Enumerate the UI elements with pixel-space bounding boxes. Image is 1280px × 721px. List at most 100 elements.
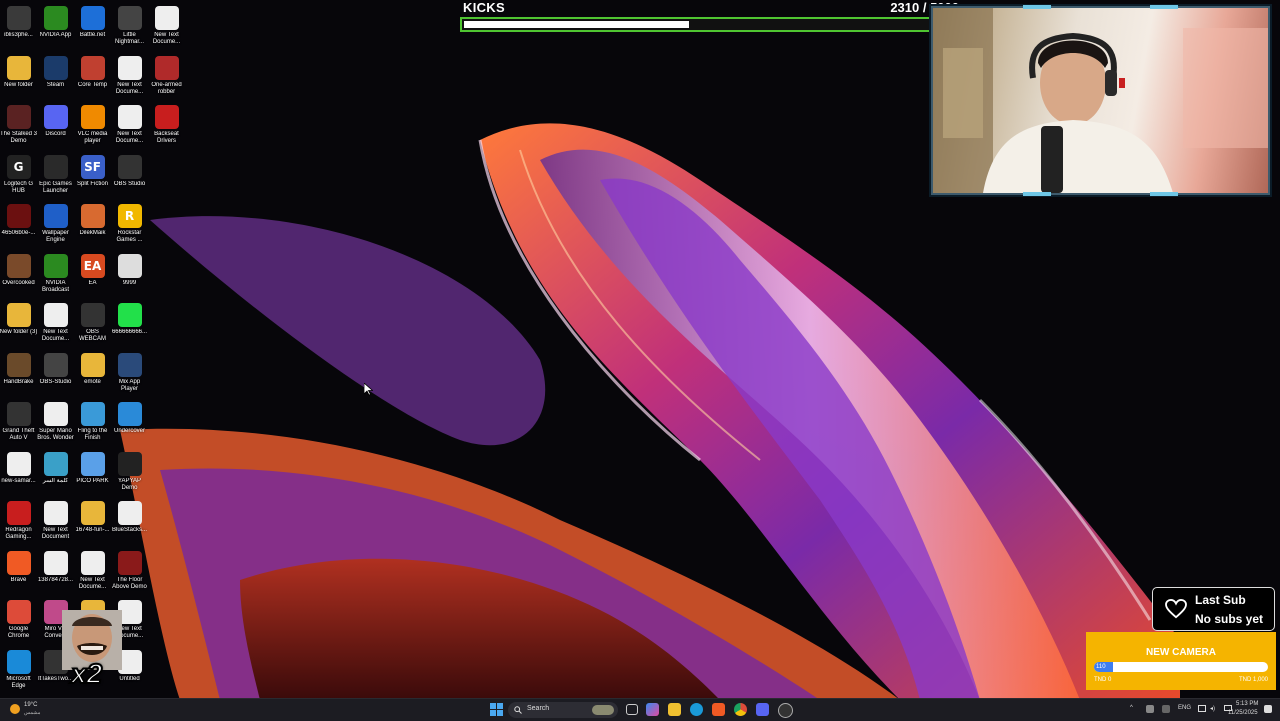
- desktop-icon[interactable]: New Text Document: [37, 499, 74, 547]
- desktop-icon[interactable]: The Stalked 3 Demo: [0, 103, 37, 151]
- desktop-icon[interactable]: Backseat Drivers: [148, 103, 185, 151]
- clock-date[interactable]: 11/25/2025: [1228, 710, 1258, 716]
- desktop-icon[interactable]: Core Temp: [74, 54, 111, 102]
- desktop-icon[interactable]: HandBrake: [0, 351, 37, 399]
- tray-app-icon[interactable]: [1146, 705, 1154, 713]
- desktop-icon-image: [43, 402, 68, 426]
- desktop-icon-image: [117, 550, 142, 575]
- desktop-icon[interactable]: New folder (3): [0, 301, 37, 349]
- discord-icon[interactable]: [756, 703, 769, 716]
- desktop-icon[interactable]: New Text Docume...: [148, 4, 185, 52]
- volume-icon[interactable]: ◂): [1210, 705, 1215, 712]
- desktop-icon[interactable]: NVIDIA Broadcast: [37, 252, 74, 300]
- tray-overflow-chevron-icon[interactable]: ^: [1130, 705, 1133, 711]
- desktop-icon[interactable]: OBS WEBCAM: [74, 301, 111, 349]
- language-indicator[interactable]: ENG: [1178, 705, 1191, 711]
- desktop-icon[interactable]: DilekMaik: [74, 202, 111, 250]
- desktop-icon[interactable]: New folder: [0, 54, 37, 102]
- desktop-icon-label: New folder: [4, 81, 33, 88]
- desktop-icon[interactable]: BlueStacks...: [111, 499, 148, 547]
- desktop-icon[interactable]: 666666666...: [111, 301, 148, 349]
- desktop-icon[interactable]: emote: [74, 351, 111, 399]
- task-view-icon[interactable]: [626, 704, 638, 715]
- desktop-icon-image: [6, 501, 31, 525]
- desktop-icon[interactable]: New Text Docume...: [111, 54, 148, 102]
- obs-icon[interactable]: [778, 703, 793, 718]
- desktop-icon[interactable]: G Logitech G HUB: [0, 153, 37, 201]
- desktop-icon[interactable]: Redragon Gaming...: [0, 499, 37, 547]
- desktop-icon[interactable]: 16748-fun-...: [74, 499, 111, 547]
- start-button[interactable]: [490, 703, 503, 716]
- desktop-icon[interactable]: VLC media player: [74, 103, 111, 151]
- desktop-icon[interactable]: New Text Docume...: [111, 103, 148, 151]
- copilot-icon[interactable]: [646, 703, 659, 716]
- desktop-icon[interactable]: EA EA: [74, 252, 111, 300]
- desktop-icon[interactable]: Brave: [0, 549, 37, 597]
- desktop-icon[interactable]: Mix App Player: [111, 351, 148, 399]
- desktop-icon-image: [80, 6, 105, 30]
- desktop-icon[interactable]: R Rockstar Games ...: [111, 202, 148, 250]
- chrome-icon[interactable]: [734, 703, 747, 716]
- desktop-icon[interactable]: OBS-Studio: [37, 351, 74, 399]
- desktop-icon-image: [43, 352, 68, 377]
- desktop-icon[interactable]: NVIDIA App: [37, 4, 74, 52]
- desktop-icon-image: [80, 402, 105, 426]
- desktop-icon-label: NVIDIA App: [39, 32, 72, 38]
- desktop-icon[interactable]: PICO PARK: [74, 450, 111, 498]
- desktop-icon-image: [43, 550, 68, 575]
- desktop-icon[interactable]: Super Mario Bros. Wonder: [37, 400, 74, 448]
- desktop-icon[interactable]: Fling to the Finish: [74, 400, 111, 448]
- file-explorer-icon[interactable]: [668, 703, 681, 716]
- network-icon[interactable]: [1198, 705, 1206, 712]
- desktop-icon[interactable]: Battle.net: [74, 4, 111, 52]
- desktop-icon[interactable]: Wallpaper Engine: [37, 202, 74, 250]
- desktop-icon[interactable]: new-samar...: [0, 450, 37, 498]
- desktop-icon[interactable]: Grand Theft Auto V: [0, 400, 37, 448]
- desktop-icon-label: New folder (3): [0, 329, 38, 335]
- desktop-icon-image: [43, 303, 68, 327]
- desktop-icon[interactable]: The Floor Above Demo: [111, 549, 148, 597]
- notification-icon[interactable]: [1264, 705, 1272, 713]
- weather-widget[interactable]: 19°C مشمس: [8, 701, 48, 719]
- desktop-icon[interactable]: Epic Games Launcher: [37, 153, 74, 201]
- edge-icon[interactable]: [690, 703, 703, 716]
- desktop-icon[interactable]: YAPYAP Demo: [111, 450, 148, 498]
- desktop-icon-label: YAPYAP Demo: [117, 477, 142, 491]
- heart-icon: [1165, 599, 1187, 619]
- brave-icon[interactable]: [712, 703, 725, 716]
- desktop-icon[interactable]: 138784728...: [37, 549, 74, 597]
- desktop-icon-image: [154, 105, 179, 129]
- desktop-icon[interactable]: New Text Docume...: [74, 549, 111, 597]
- desktop-icon[interactable]: SF Split Fiction: [74, 153, 111, 201]
- desktop-icon[interactable]: Overcooked: [0, 252, 37, 300]
- desktop-icon[interactable]: Google Chrome: [0, 598, 37, 646]
- desktop-icon[interactable]: New Text Docume...: [37, 301, 74, 349]
- desktop-icon[interactable]: Microsoft Edge: [0, 648, 37, 696]
- desktop-icon[interactable]: iblis3phe...: [0, 4, 37, 52]
- weather-condition: مشمس: [24, 710, 41, 716]
- desktop-icon-label: Google Chrome: [7, 626, 30, 639]
- desktop-icon[interactable]: 9999: [111, 252, 148, 300]
- tray-app-icon[interactable]: [1162, 705, 1170, 713]
- desktop-icon-label: Super Mario Bros. Wonder: [37, 428, 74, 441]
- desktop-icon-label: Discord: [45, 131, 66, 137]
- taskbar-search-box[interactable]: Search: [508, 702, 618, 718]
- desktop-icon[interactable]: 46506b0e-...: [0, 202, 37, 250]
- desktop-icon[interactable]: OBS Studio: [111, 153, 148, 201]
- clock-time[interactable]: 5:13 PM: [1236, 701, 1258, 707]
- desktop-icon[interactable]: One-armed robber: [148, 54, 185, 102]
- desktop-icon-label: New Text Document: [41, 527, 70, 540]
- desktop-icon[interactable]: Undercover: [111, 400, 148, 448]
- desktop-icon-label: Fling to the Finish: [77, 428, 108, 441]
- desktop-icon[interactable]: Discord: [37, 103, 74, 151]
- new-camera-goal-widget: NEW CAMERA 110 TND 0 TND 1,000: [1086, 632, 1276, 690]
- desktop-icon-image: [80, 303, 105, 327]
- desktop-icon-label: New Text Docume...: [78, 576, 107, 590]
- desktop-icon[interactable]: Little Nightmar...: [111, 4, 148, 52]
- desktop-icon-image: [117, 451, 142, 476]
- desktop-icon-image: [43, 154, 68, 179]
- desktop-icon-image: [80, 550, 105, 575]
- webcam-frame-accent: [1150, 192, 1178, 196]
- desktop-icon[interactable]: كلمة السر: [37, 450, 74, 498]
- desktop-icon[interactable]: Steam: [37, 54, 74, 102]
